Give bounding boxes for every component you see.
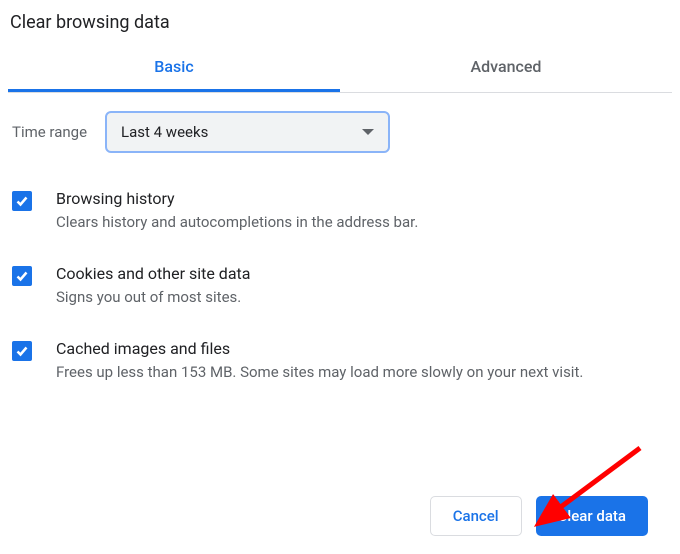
chevron-down-icon [362, 129, 374, 135]
dialog-footer: Cancel Clear data [430, 496, 648, 536]
content-area: Time range Last 4 weeks Browsing history… [8, 93, 672, 409]
clear-browsing-data-dialog: Clear browsing data Basic Advanced Time … [0, 0, 680, 409]
option-title: Cached images and files [56, 339, 662, 358]
tab-basic[interactable]: Basic [8, 45, 340, 92]
checkbox-browsing-history[interactable] [12, 191, 32, 211]
option-desc: Frees up less than 153 MB. Some sites ma… [56, 362, 662, 384]
option-desc: Clears history and autocompletions in th… [56, 212, 662, 234]
time-range-select[interactable]: Last 4 weeks [105, 111, 390, 153]
option-title: Cookies and other site data [56, 264, 662, 283]
option-cache: Cached images and files Frees up less th… [12, 335, 668, 410]
option-browsing-history: Browsing history Clears history and auto… [12, 185, 668, 260]
checkmark-icon [15, 344, 29, 358]
tab-advanced[interactable]: Advanced [340, 45, 672, 92]
checkmark-icon [15, 269, 29, 283]
checkbox-cache[interactable] [12, 341, 32, 361]
checkbox-cookies[interactable] [12, 266, 32, 286]
time-range-row: Time range Last 4 weeks [12, 111, 668, 153]
clear-data-button[interactable]: Clear data [536, 496, 648, 536]
dialog-title: Clear browsing data [8, 8, 672, 45]
option-title: Browsing history [56, 189, 662, 208]
tabs: Basic Advanced [8, 45, 672, 93]
time-range-label: Time range [12, 123, 87, 141]
option-desc: Signs you out of most sites. [56, 287, 662, 309]
cancel-button[interactable]: Cancel [430, 496, 522, 536]
checkmark-icon [15, 194, 29, 208]
time-range-value: Last 4 weeks [121, 123, 208, 141]
option-cookies: Cookies and other site data Signs you ou… [12, 260, 668, 335]
